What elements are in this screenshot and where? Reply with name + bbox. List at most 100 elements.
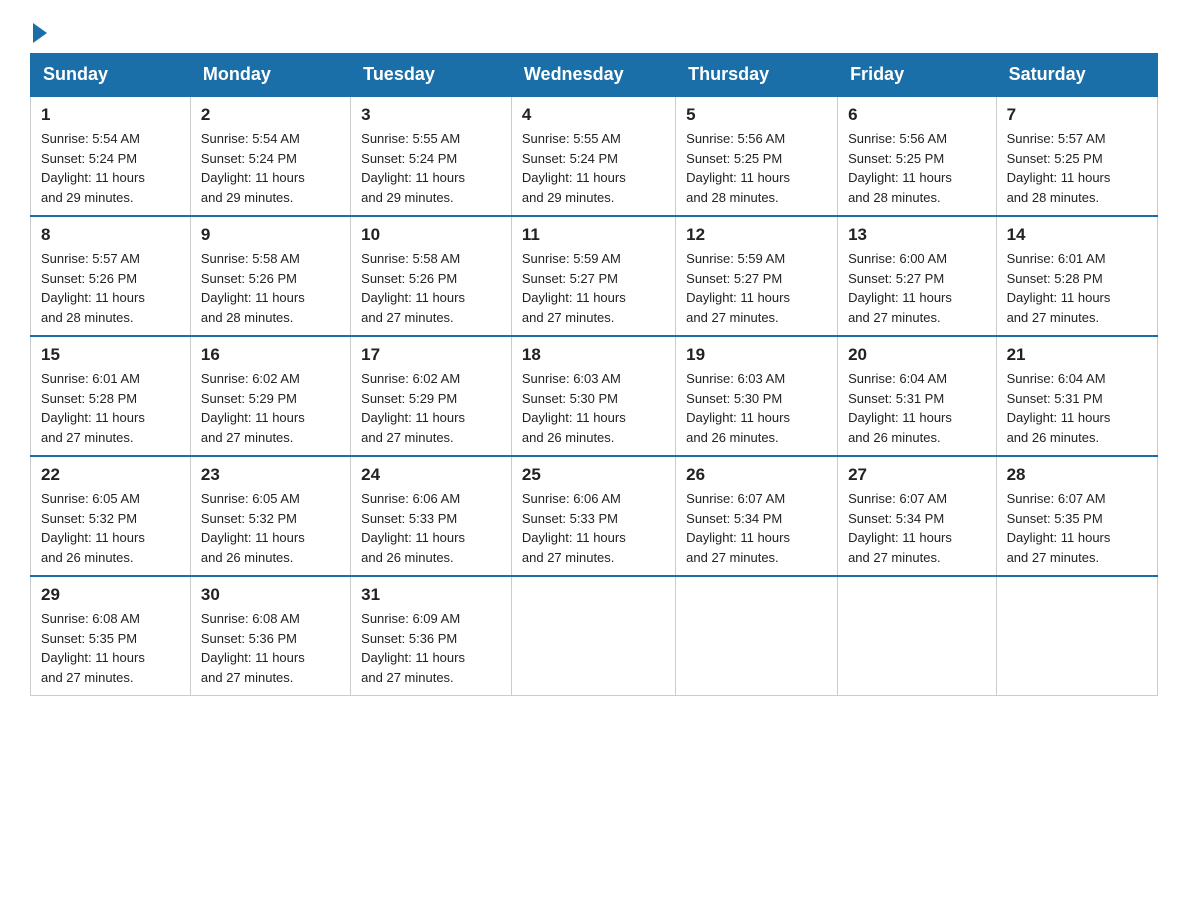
day-info: Sunrise: 6:03 AM Sunset: 5:30 PM Dayligh… (686, 369, 827, 447)
calendar-cell (511, 576, 675, 696)
day-number: 3 (361, 105, 501, 125)
day-info: Sunrise: 5:54 AM Sunset: 5:24 PM Dayligh… (201, 129, 340, 207)
day-number: 15 (41, 345, 180, 365)
calendar-cell: 8 Sunrise: 5:57 AM Sunset: 5:26 PM Dayli… (31, 216, 191, 336)
weekday-header-thursday: Thursday (676, 54, 838, 97)
day-number: 8 (41, 225, 180, 245)
day-info: Sunrise: 6:02 AM Sunset: 5:29 PM Dayligh… (361, 369, 501, 447)
calendar-cell (996, 576, 1157, 696)
day-info: Sunrise: 6:05 AM Sunset: 5:32 PM Dayligh… (201, 489, 340, 567)
calendar-cell (838, 576, 997, 696)
day-number: 28 (1007, 465, 1147, 485)
calendar-cell (676, 576, 838, 696)
day-info: Sunrise: 6:08 AM Sunset: 5:35 PM Dayligh… (41, 609, 180, 687)
day-number: 7 (1007, 105, 1147, 125)
weekday-header-saturday: Saturday (996, 54, 1157, 97)
day-number: 26 (686, 465, 827, 485)
day-info: Sunrise: 6:05 AM Sunset: 5:32 PM Dayligh… (41, 489, 180, 567)
calendar-cell: 14 Sunrise: 6:01 AM Sunset: 5:28 PM Dayl… (996, 216, 1157, 336)
calendar-cell: 23 Sunrise: 6:05 AM Sunset: 5:32 PM Dayl… (190, 456, 350, 576)
day-info: Sunrise: 5:55 AM Sunset: 5:24 PM Dayligh… (361, 129, 501, 207)
calendar-cell: 13 Sunrise: 6:00 AM Sunset: 5:27 PM Dayl… (838, 216, 997, 336)
day-number: 25 (522, 465, 665, 485)
logo (30, 20, 50, 43)
week-row-4: 22 Sunrise: 6:05 AM Sunset: 5:32 PM Dayl… (31, 456, 1158, 576)
calendar-cell: 20 Sunrise: 6:04 AM Sunset: 5:31 PM Dayl… (838, 336, 997, 456)
calendar-cell: 17 Sunrise: 6:02 AM Sunset: 5:29 PM Dayl… (351, 336, 512, 456)
calendar-cell: 5 Sunrise: 5:56 AM Sunset: 5:25 PM Dayli… (676, 96, 838, 216)
day-number: 18 (522, 345, 665, 365)
day-number: 19 (686, 345, 827, 365)
calendar-cell: 30 Sunrise: 6:08 AM Sunset: 5:36 PM Dayl… (190, 576, 350, 696)
day-info: Sunrise: 6:00 AM Sunset: 5:27 PM Dayligh… (848, 249, 986, 327)
page: SundayMondayTuesdayWednesdayThursdayFrid… (0, 0, 1188, 726)
header (30, 20, 1158, 43)
calendar-cell: 16 Sunrise: 6:02 AM Sunset: 5:29 PM Dayl… (190, 336, 350, 456)
day-info: Sunrise: 6:06 AM Sunset: 5:33 PM Dayligh… (522, 489, 665, 567)
day-number: 14 (1007, 225, 1147, 245)
day-number: 1 (41, 105, 180, 125)
calendar-cell: 3 Sunrise: 5:55 AM Sunset: 5:24 PM Dayli… (351, 96, 512, 216)
day-info: Sunrise: 6:06 AM Sunset: 5:33 PM Dayligh… (361, 489, 501, 567)
day-number: 6 (848, 105, 986, 125)
weekday-header-row: SundayMondayTuesdayWednesdayThursdayFrid… (31, 54, 1158, 97)
day-number: 17 (361, 345, 501, 365)
day-number: 27 (848, 465, 986, 485)
day-number: 10 (361, 225, 501, 245)
day-number: 16 (201, 345, 340, 365)
week-row-1: 1 Sunrise: 5:54 AM Sunset: 5:24 PM Dayli… (31, 96, 1158, 216)
day-info: Sunrise: 5:59 AM Sunset: 5:27 PM Dayligh… (686, 249, 827, 327)
calendar-cell: 12 Sunrise: 5:59 AM Sunset: 5:27 PM Dayl… (676, 216, 838, 336)
day-info: Sunrise: 6:04 AM Sunset: 5:31 PM Dayligh… (1007, 369, 1147, 447)
day-number: 22 (41, 465, 180, 485)
calendar-cell: 18 Sunrise: 6:03 AM Sunset: 5:30 PM Dayl… (511, 336, 675, 456)
day-info: Sunrise: 6:07 AM Sunset: 5:34 PM Dayligh… (686, 489, 827, 567)
calendar-cell: 1 Sunrise: 5:54 AM Sunset: 5:24 PM Dayli… (31, 96, 191, 216)
day-info: Sunrise: 6:07 AM Sunset: 5:34 PM Dayligh… (848, 489, 986, 567)
calendar-cell: 21 Sunrise: 6:04 AM Sunset: 5:31 PM Dayl… (996, 336, 1157, 456)
day-info: Sunrise: 6:03 AM Sunset: 5:30 PM Dayligh… (522, 369, 665, 447)
day-info: Sunrise: 5:56 AM Sunset: 5:25 PM Dayligh… (848, 129, 986, 207)
day-info: Sunrise: 6:01 AM Sunset: 5:28 PM Dayligh… (1007, 249, 1147, 327)
calendar-cell: 7 Sunrise: 5:57 AM Sunset: 5:25 PM Dayli… (996, 96, 1157, 216)
day-info: Sunrise: 6:02 AM Sunset: 5:29 PM Dayligh… (201, 369, 340, 447)
day-info: Sunrise: 5:58 AM Sunset: 5:26 PM Dayligh… (201, 249, 340, 327)
calendar-cell: 15 Sunrise: 6:01 AM Sunset: 5:28 PM Dayl… (31, 336, 191, 456)
day-number: 13 (848, 225, 986, 245)
day-number: 20 (848, 345, 986, 365)
day-number: 4 (522, 105, 665, 125)
calendar-cell: 19 Sunrise: 6:03 AM Sunset: 5:30 PM Dayl… (676, 336, 838, 456)
weekday-header-tuesday: Tuesday (351, 54, 512, 97)
day-info: Sunrise: 5:56 AM Sunset: 5:25 PM Dayligh… (686, 129, 827, 207)
calendar-cell: 25 Sunrise: 6:06 AM Sunset: 5:33 PM Dayl… (511, 456, 675, 576)
week-row-5: 29 Sunrise: 6:08 AM Sunset: 5:35 PM Dayl… (31, 576, 1158, 696)
day-info: Sunrise: 5:57 AM Sunset: 5:26 PM Dayligh… (41, 249, 180, 327)
day-info: Sunrise: 6:09 AM Sunset: 5:36 PM Dayligh… (361, 609, 501, 687)
day-number: 21 (1007, 345, 1147, 365)
day-info: Sunrise: 5:57 AM Sunset: 5:25 PM Dayligh… (1007, 129, 1147, 207)
calendar-cell: 10 Sunrise: 5:58 AM Sunset: 5:26 PM Dayl… (351, 216, 512, 336)
calendar-cell: 27 Sunrise: 6:07 AM Sunset: 5:34 PM Dayl… (838, 456, 997, 576)
day-number: 23 (201, 465, 340, 485)
day-number: 24 (361, 465, 501, 485)
day-info: Sunrise: 5:58 AM Sunset: 5:26 PM Dayligh… (361, 249, 501, 327)
week-row-2: 8 Sunrise: 5:57 AM Sunset: 5:26 PM Dayli… (31, 216, 1158, 336)
weekday-header-wednesday: Wednesday (511, 54, 675, 97)
day-info: Sunrise: 5:55 AM Sunset: 5:24 PM Dayligh… (522, 129, 665, 207)
logo-arrow-icon (33, 23, 47, 43)
day-info: Sunrise: 6:01 AM Sunset: 5:28 PM Dayligh… (41, 369, 180, 447)
calendar-cell: 2 Sunrise: 5:54 AM Sunset: 5:24 PM Dayli… (190, 96, 350, 216)
calendar-cell: 11 Sunrise: 5:59 AM Sunset: 5:27 PM Dayl… (511, 216, 675, 336)
calendar-cell: 29 Sunrise: 6:08 AM Sunset: 5:35 PM Dayl… (31, 576, 191, 696)
day-number: 31 (361, 585, 501, 605)
day-number: 12 (686, 225, 827, 245)
day-number: 9 (201, 225, 340, 245)
week-row-3: 15 Sunrise: 6:01 AM Sunset: 5:28 PM Dayl… (31, 336, 1158, 456)
day-info: Sunrise: 6:08 AM Sunset: 5:36 PM Dayligh… (201, 609, 340, 687)
calendar-cell: 26 Sunrise: 6:07 AM Sunset: 5:34 PM Dayl… (676, 456, 838, 576)
day-number: 2 (201, 105, 340, 125)
day-number: 29 (41, 585, 180, 605)
calendar-cell: 6 Sunrise: 5:56 AM Sunset: 5:25 PM Dayli… (838, 96, 997, 216)
calendar-cell: 4 Sunrise: 5:55 AM Sunset: 5:24 PM Dayli… (511, 96, 675, 216)
day-number: 5 (686, 105, 827, 125)
